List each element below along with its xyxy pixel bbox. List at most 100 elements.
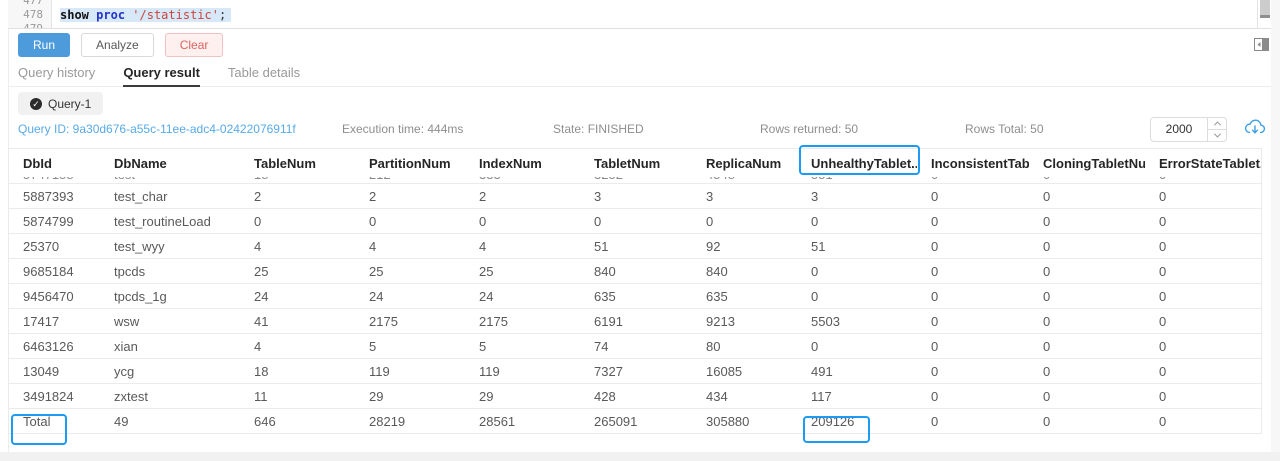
cell: 24 bbox=[465, 284, 580, 309]
rows-returned: Rows returned: 50 bbox=[760, 122, 858, 136]
cell: 0 bbox=[240, 209, 355, 234]
sql-punctuation: ; bbox=[219, 8, 226, 22]
cell: 0 bbox=[917, 384, 1029, 409]
code-text bbox=[52, 0, 60, 8]
cell: 4 bbox=[465, 234, 580, 259]
cell: 0 bbox=[917, 309, 1029, 334]
analyze-button[interactable]: Analyze bbox=[81, 33, 154, 57]
cell: 0 bbox=[1029, 309, 1145, 334]
cell: 0 bbox=[1029, 259, 1145, 284]
clear-button[interactable]: Clear bbox=[165, 33, 224, 57]
cell: 5887393 bbox=[9, 184, 100, 209]
run-button[interactable]: Run bbox=[18, 33, 70, 57]
cell: 0 bbox=[917, 284, 1029, 309]
tab-query-result[interactable]: Query result bbox=[123, 62, 200, 87]
query-id[interactable]: Query ID: 9a30d676-a55c-11ee-adc4-024220… bbox=[18, 122, 296, 136]
cell: 0 bbox=[797, 259, 917, 284]
cell: 49 bbox=[100, 409, 240, 434]
check-circle-icon: ✓ bbox=[30, 98, 42, 110]
tab-table-details[interactable]: Table details bbox=[228, 62, 300, 87]
cell: 2 bbox=[240, 184, 355, 209]
annotation-box-unhealthy-total-value bbox=[803, 416, 870, 443]
cell: 3 bbox=[797, 184, 917, 209]
cell: 0 bbox=[1029, 184, 1145, 209]
cell: 3 bbox=[580, 184, 692, 209]
column-header: ErrorStateTablet... bbox=[1145, 149, 1261, 177]
column-header: PartitionNum bbox=[355, 149, 465, 177]
row-limit-value[interactable]: 2000 bbox=[1151, 118, 1207, 141]
cell: 0 bbox=[917, 259, 1029, 284]
cell: 9685184 bbox=[9, 259, 100, 284]
horizontal-scrollbar-track[interactable] bbox=[0, 452, 1280, 461]
code-text bbox=[52, 22, 60, 29]
cell: 0 bbox=[797, 284, 917, 309]
cell: 0 bbox=[917, 184, 1029, 209]
cell: 5503 bbox=[797, 309, 917, 334]
cell: 6191 bbox=[580, 309, 692, 334]
cell: test_routineLoad bbox=[100, 209, 240, 234]
column-header: ReplicaNum bbox=[692, 149, 797, 177]
cell: 74 bbox=[580, 334, 692, 359]
cell: tpcds bbox=[100, 259, 240, 284]
sql-editor[interactable]: 477 478 show proc '/statistic'; 479 bbox=[8, 0, 1271, 29]
cell: 0 bbox=[917, 409, 1029, 434]
cloud-download-icon[interactable] bbox=[1244, 118, 1266, 138]
cell: 0 bbox=[355, 209, 465, 234]
tab-query-history[interactable]: Query history bbox=[18, 62, 95, 87]
table-header-row: DbIdDbNameTableNumPartitionNumIndexNumTa… bbox=[9, 149, 1261, 177]
number-stepper bbox=[1207, 118, 1226, 141]
column-header: DbId bbox=[9, 149, 100, 177]
toolbar: Run Analyze Clear bbox=[18, 33, 223, 57]
cell: 0 bbox=[917, 234, 1029, 259]
cell: 0 bbox=[1145, 184, 1261, 209]
stepper-up-button[interactable] bbox=[1208, 118, 1226, 130]
cell: 428 bbox=[580, 384, 692, 409]
cell: 3491824 bbox=[9, 384, 100, 409]
cell: 646 bbox=[240, 409, 355, 434]
cell: 305880 bbox=[692, 409, 797, 434]
cell: 0 bbox=[465, 209, 580, 234]
table-row: 9456470tpcds_1g2424246356350000 bbox=[9, 284, 1261, 309]
line-number: 479 bbox=[8, 22, 52, 29]
sql-keyword: proc bbox=[96, 8, 125, 22]
cell: 0 bbox=[917, 209, 1029, 234]
cell: test_char bbox=[100, 184, 240, 209]
table-row: 5887393test_char222333000 bbox=[9, 184, 1261, 209]
query-chip[interactable]: ✓ Query-1 bbox=[18, 92, 103, 115]
collapse-panel-icon[interactable] bbox=[1254, 38, 1269, 51]
editor-scrollbar-thumb[interactable] bbox=[1260, 0, 1270, 18]
table-row: 25370test_wyy444519251000 bbox=[9, 234, 1261, 259]
sql-string: '/statistic' bbox=[132, 8, 219, 22]
column-header: DbName bbox=[100, 149, 240, 177]
row-limit-input[interactable]: 2000 bbox=[1150, 117, 1227, 142]
sql-keyword: show bbox=[60, 8, 89, 22]
cell: 0 bbox=[1029, 209, 1145, 234]
execution-time: Execution time: 444ms bbox=[342, 122, 463, 136]
editor-line: 479 bbox=[8, 22, 1257, 29]
page-scrollbar-track[interactable] bbox=[1271, 0, 1280, 452]
cell: 24 bbox=[355, 284, 465, 309]
cell: 0 bbox=[1029, 359, 1145, 384]
cell: 13049 bbox=[9, 359, 100, 384]
cell: 0 bbox=[1145, 234, 1261, 259]
cell: 6463126 bbox=[9, 334, 100, 359]
table-row: 6463126xian45574800000 bbox=[9, 334, 1261, 359]
editor-scrollbar[interactable] bbox=[1257, 0, 1271, 29]
query-meta-row: Query ID: 9a30d676-a55c-11ee-adc4-024220… bbox=[0, 122, 1280, 138]
cell: 2175 bbox=[355, 309, 465, 334]
column-header: InconsistentTabl... bbox=[917, 149, 1029, 177]
cell: 16085 bbox=[692, 359, 797, 384]
column-header: TableNum bbox=[240, 149, 355, 177]
cell: 265091 bbox=[580, 409, 692, 434]
cell: 18 bbox=[240, 359, 355, 384]
cell: 0 bbox=[580, 209, 692, 234]
stepper-down-button[interactable] bbox=[1208, 130, 1226, 141]
cell: 491 bbox=[797, 359, 917, 384]
table-row: 9685184tpcds2525258408400000 bbox=[9, 259, 1261, 284]
cell: 119 bbox=[355, 359, 465, 384]
cell: 840 bbox=[692, 259, 797, 284]
cell: 4 bbox=[240, 334, 355, 359]
selected-code: show proc '/statistic'; bbox=[60, 8, 231, 22]
cell: 0 bbox=[797, 209, 917, 234]
cell: 0 bbox=[1029, 409, 1145, 434]
